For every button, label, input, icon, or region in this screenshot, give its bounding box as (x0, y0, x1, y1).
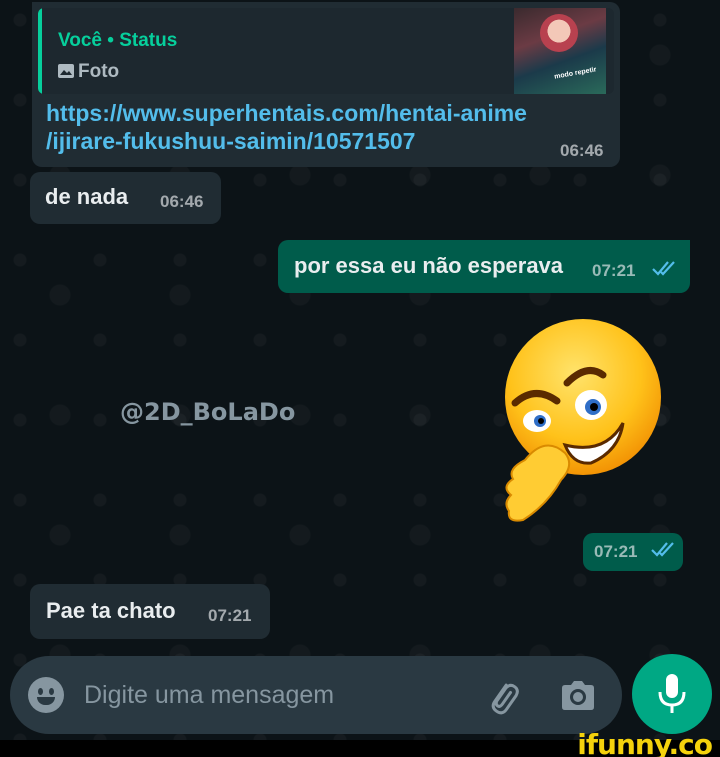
camera-icon[interactable] (558, 676, 598, 716)
quote-type: Foto (58, 61, 119, 83)
message-input[interactable] (84, 676, 464, 714)
double-check-icon (652, 261, 675, 276)
link-line-1[interactable]: https://www.superhentais.com/hentai-anim… (46, 99, 566, 127)
message-text: por essa eu não esperava (294, 253, 564, 278)
photo-icon (58, 64, 74, 78)
incoming-message-bubble[interactable]: Pae ta chato 07:21 (30, 584, 270, 639)
message-text: de nada (45, 184, 129, 209)
thumbnail-caption: modo repetir (553, 66, 598, 81)
quote-type-label: Foto (78, 61, 120, 82)
message-composer (10, 656, 622, 734)
watermark-text: @2D_BoLaDo (120, 398, 296, 426)
sticker-timestamp: 07:21 (583, 533, 683, 571)
quote-author: Você • Status (58, 30, 178, 51)
status-thumbnail: modo repetir (514, 8, 606, 94)
emoji-icon[interactable] (28, 677, 64, 713)
double-check-icon (651, 542, 674, 557)
mic-icon (658, 674, 686, 713)
message-link[interactable]: https://www.superhentais.com/hentai-anim… (46, 99, 566, 155)
quote-accent-bar (38, 8, 42, 94)
incoming-message-bubble[interactable]: de nada 06:46 (30, 172, 221, 224)
outgoing-message-bubble[interactable]: por essa eu não esperava 07:21 (278, 240, 690, 293)
quoted-status[interactable]: Você • Status Foto modo repetir (38, 8, 614, 94)
link-line-2[interactable]: /ijirare-fukushuu-saimin/10571507 (46, 127, 566, 155)
message-time: 06:46 (160, 192, 204, 211)
message-time: 06:46 (560, 141, 604, 160)
message-time: 07:21 (594, 542, 638, 561)
thumbnail-character (540, 14, 578, 52)
mic-button[interactable] (632, 654, 712, 734)
message-time: 07:21 (592, 261, 636, 280)
reply-message-bubble[interactable]: Você • Status Foto modo repetir https://… (32, 2, 620, 167)
message-time: 07:21 (208, 606, 252, 625)
message-text: Pae ta chato (46, 598, 176, 623)
site-watermark: ifunny.co (577, 728, 713, 757)
smirking-emoji-sticker[interactable] (495, 315, 670, 530)
attach-icon[interactable] (480, 674, 524, 718)
